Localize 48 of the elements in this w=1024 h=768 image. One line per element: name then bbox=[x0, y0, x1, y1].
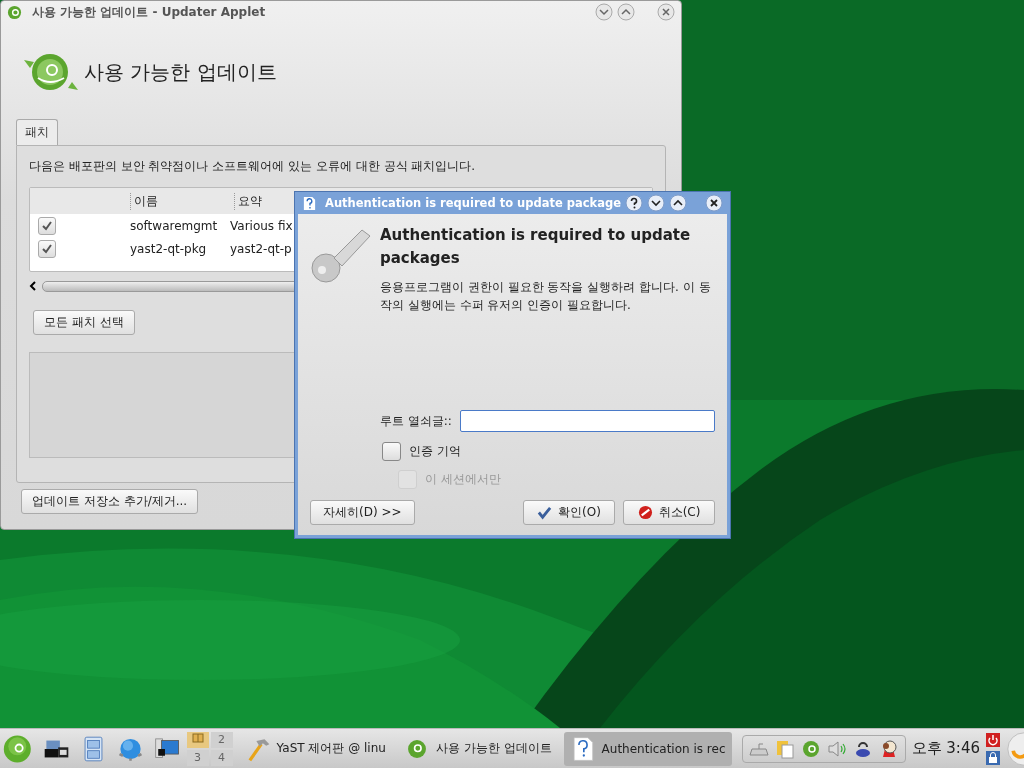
checkmark-icon bbox=[537, 505, 553, 520]
lock-icon[interactable] bbox=[986, 750, 1000, 765]
dialog-heading: Authentication is required to update packages bbox=[380, 225, 692, 269]
dialog-button[interactable]: 확인(O) bbox=[523, 500, 615, 525]
taskbar-task[interactable]: 사용 가능한 업데이트 bbox=[397, 731, 558, 766]
dialog-button[interactable]: 자세히(D) >> bbox=[310, 500, 415, 525]
power-icon[interactable] bbox=[986, 732, 1000, 747]
description-text: 다음은 배포판의 보안 취약점이나 소프트웨어에 있는 오류에 대한 공식 패치입니다. bbox=[29, 158, 477, 175]
desktop-pager-cell[interactable]: 3 bbox=[186, 749, 209, 766]
clock: 오후 3:46 bbox=[911, 739, 980, 758]
logo-icon[interactable] bbox=[800, 738, 821, 759]
desktop-pager-cell[interactable]: 2 bbox=[210, 731, 233, 748]
window-icon bbox=[191, 733, 204, 743]
help-icon[interactable] bbox=[625, 194, 643, 212]
minimize-icon[interactable] bbox=[647, 194, 665, 212]
window-heading: 사용 가능한 업데이트 bbox=[84, 58, 277, 86]
window-title: 사용 가능한 업데이트 - Updater Applet bbox=[32, 3, 266, 21]
checkbox-label: 이 세션에서만 bbox=[425, 471, 501, 488]
dialog-message: 응용프로그램이 권한이 필요한 동작을 실행하려 합니다. 이 동작의 실행에는 수퍼 유저의 인증이 필요합니다. bbox=[380, 279, 712, 314]
maximize-icon[interactable] bbox=[669, 194, 687, 212]
desktop-pager-cell[interactable] bbox=[186, 731, 209, 748]
password-field[interactable] bbox=[459, 410, 715, 432]
table-cell-text: Various fix bbox=[230, 218, 294, 233]
table-cell-text: yast2-qt-p bbox=[230, 241, 293, 256]
checkbox[interactable] bbox=[38, 216, 56, 235]
dialog-button[interactable]: 취소(C) bbox=[623, 500, 715, 525]
clipboard-icon[interactable] bbox=[774, 738, 795, 759]
repositories-button[interactable]: 업데이트 저장소 추가/제거... bbox=[21, 489, 199, 514]
scroll-left-icon[interactable] bbox=[29, 281, 37, 291]
checkmark-icon bbox=[41, 219, 53, 232]
tab[interactable]: 패치 bbox=[16, 119, 58, 145]
question-document-icon bbox=[302, 195, 317, 211]
logo-icon bbox=[7, 4, 22, 20]
checkbox[interactable] bbox=[382, 442, 401, 461]
table-cell-text: softwaremgmt bbox=[130, 218, 219, 233]
checkbox[interactable] bbox=[38, 239, 56, 258]
taskbar-task[interactable]: Authentication is rec bbox=[563, 731, 732, 766]
checkmark-icon bbox=[41, 242, 53, 255]
password-label: 루트 열쇠글:: bbox=[380, 412, 452, 430]
cancel-icon bbox=[637, 505, 653, 520]
desktop-pager-cell[interactable]: 4 bbox=[210, 749, 233, 766]
close-icon[interactable] bbox=[705, 194, 723, 212]
taskbar-task[interactable]: YaST 제어판 @ linu bbox=[238, 731, 392, 766]
checkbox-label: 인증 기억 bbox=[409, 443, 461, 460]
column-header[interactable]: 이름 bbox=[130, 192, 234, 210]
dialog-title: Authentication is required to update package bbox=[325, 196, 621, 210]
select-all-button[interactable]: 모든 패치 선택 bbox=[33, 310, 135, 335]
table-cell-text: yast2-qt-pkg bbox=[130, 241, 208, 256]
